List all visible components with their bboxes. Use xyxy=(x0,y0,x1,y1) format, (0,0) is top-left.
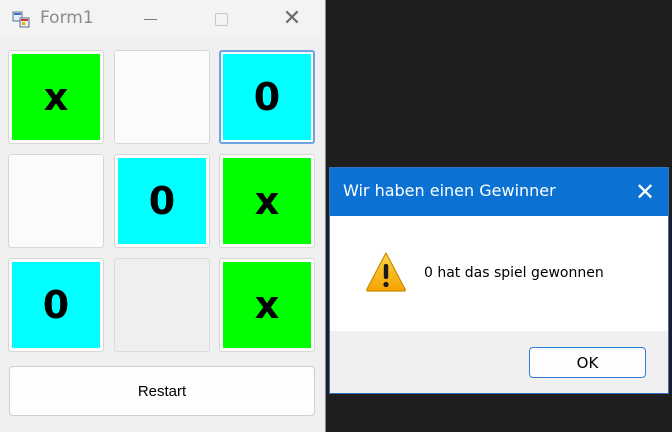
cell-1[interactable]: x xyxy=(8,50,104,144)
close-button[interactable]: ✕ xyxy=(278,7,306,31)
warning-icon xyxy=(366,252,406,292)
cell-8[interactable] xyxy=(114,258,210,352)
form1-window: Form1 ✕ x 0 0 x 0 x Restart xyxy=(0,0,326,432)
cell-6[interactable]: x xyxy=(219,154,315,248)
cell-4-mark xyxy=(12,158,100,244)
minimize-button[interactable] xyxy=(137,7,165,31)
cell-3-mark: 0 xyxy=(223,54,311,140)
dialog-body: 0 hat das spiel gewonnen xyxy=(330,216,668,331)
cell-9[interactable]: x xyxy=(219,258,315,352)
cell-5[interactable]: 0 xyxy=(114,154,210,248)
dialog-footer: OK xyxy=(330,331,668,393)
dialog-title: Wir haben einen Gewinner xyxy=(343,181,556,200)
cell-5-mark: 0 xyxy=(118,158,206,244)
cell-4[interactable] xyxy=(8,154,104,248)
winner-dialog: Wir haben einen Gewinner ✕ 0 hat das spi… xyxy=(329,167,669,394)
dialog-close-button[interactable]: ✕ xyxy=(630,177,660,207)
cell-2[interactable] xyxy=(114,50,210,144)
cell-2-mark xyxy=(118,54,206,140)
cell-3[interactable]: 0 xyxy=(219,50,315,144)
cell-8-mark xyxy=(118,262,206,348)
ok-button[interactable]: OK xyxy=(529,347,646,378)
app-icon xyxy=(12,11,30,28)
cell-6-mark: x xyxy=(223,158,311,244)
cell-7-mark: 0 xyxy=(12,262,100,348)
dialog-message: 0 hat das spiel gewonnen xyxy=(424,265,604,281)
form1-titlebar[interactable]: Form1 ✕ xyxy=(0,0,325,38)
restart-button[interactable]: Restart xyxy=(9,366,315,416)
cell-9-mark: x xyxy=(223,262,311,348)
dialog-titlebar[interactable]: Wir haben einen Gewinner ✕ xyxy=(330,168,668,216)
cell-7[interactable]: 0 xyxy=(8,258,104,352)
window-title: Form1 xyxy=(40,8,94,28)
maximize-button[interactable] xyxy=(207,7,235,31)
cell-1-mark: x xyxy=(12,54,100,140)
